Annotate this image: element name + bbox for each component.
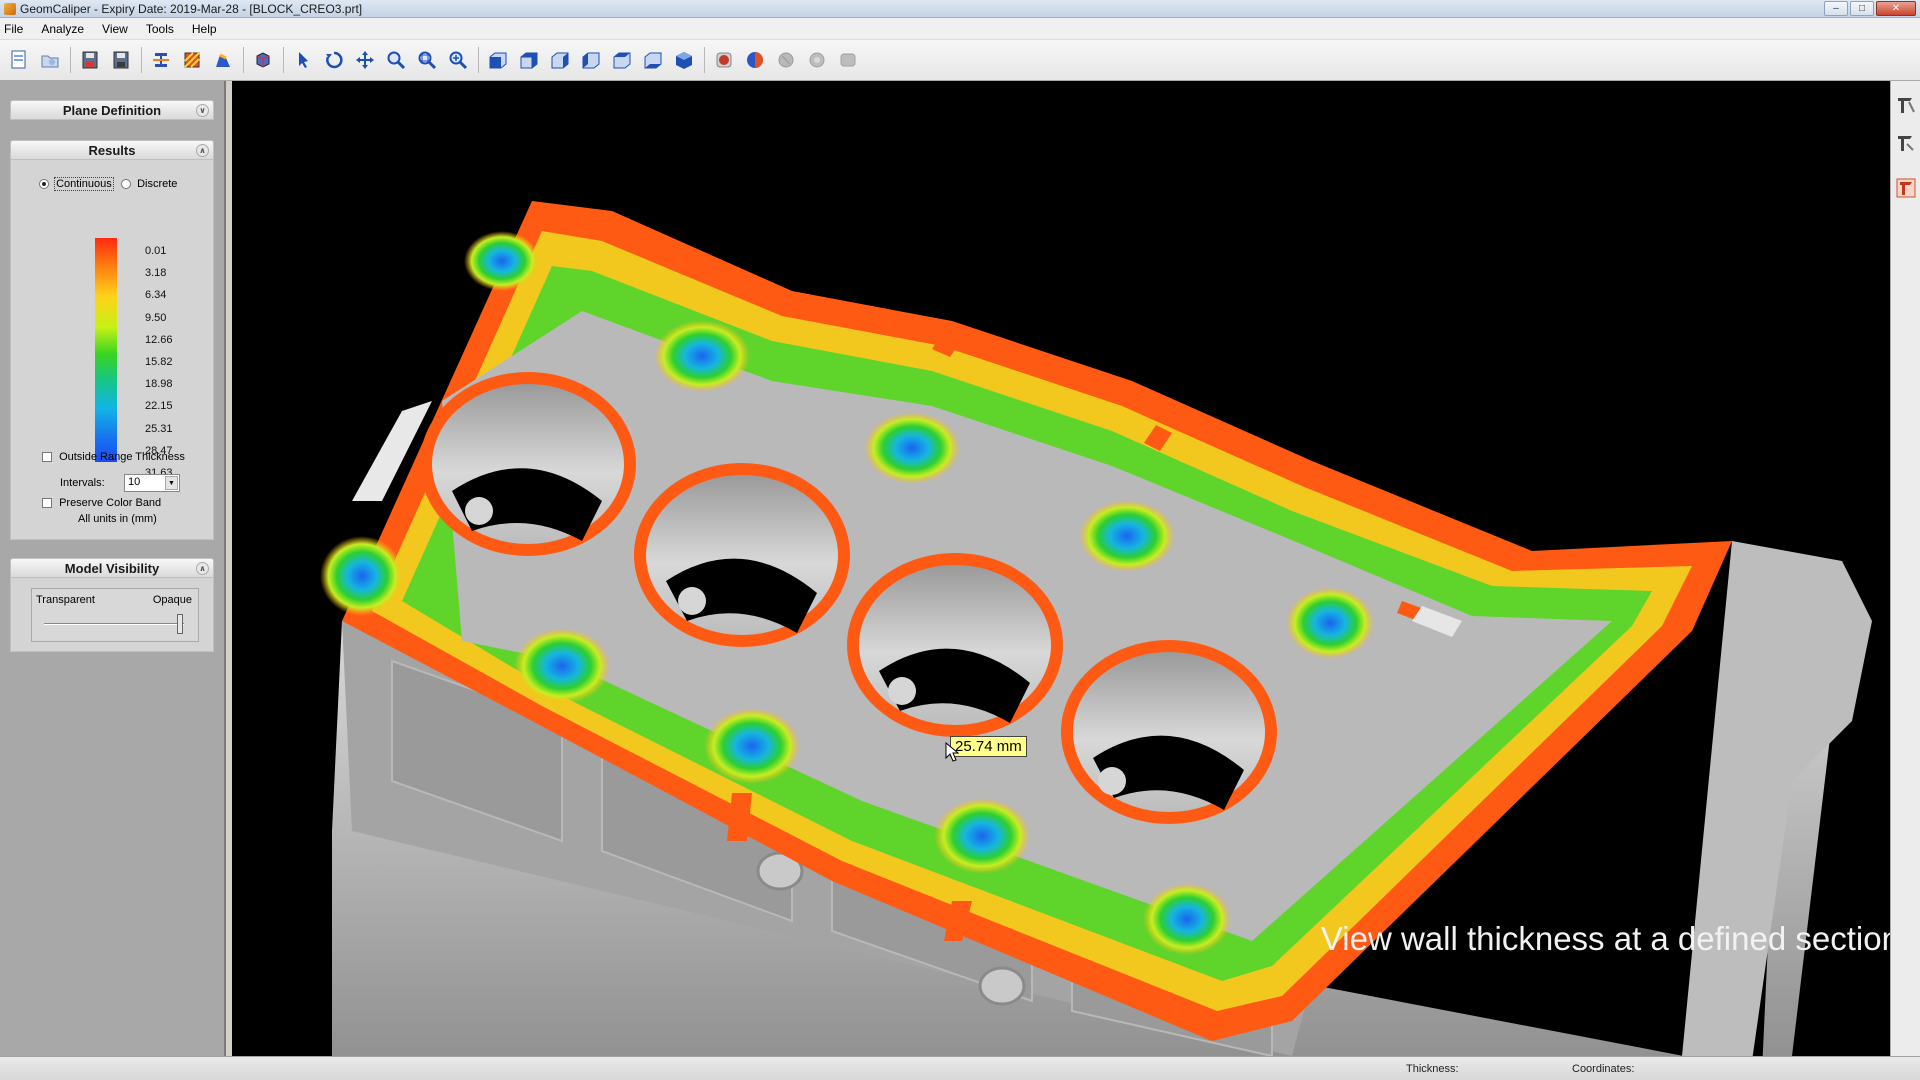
model-visibility-body: Transparent Opaque [10, 578, 214, 652]
hidden-icon[interactable] [804, 47, 830, 73]
opacity-slider-track[interactable] [44, 623, 184, 625]
view-top-icon[interactable] [609, 47, 635, 73]
menu-help[interactable]: Help [184, 22, 227, 36]
analyze-icon[interactable] [210, 47, 236, 73]
engine-block-model[interactable] [232, 81, 1890, 1056]
mouse-cursor-icon [945, 742, 959, 762]
opacity-slider-handle[interactable] [177, 614, 183, 634]
view-left-icon[interactable] [547, 47, 573, 73]
save-icon[interactable] [77, 47, 103, 73]
maximize-button[interactable]: □ [1850, 1, 1874, 16]
toolbar-separator [243, 47, 244, 73]
continuous-radio[interactable] [39, 179, 49, 190]
close-button[interactable]: ✕ [1876, 1, 1916, 16]
video-caption: View wall thickness at a defined section… [1320, 920, 1890, 957]
zoom-icon[interactable] [383, 47, 409, 73]
zoom-fit-icon[interactable] [445, 47, 471, 73]
model-visibility-title: Model Visibility [64, 561, 160, 576]
toolbar [0, 40, 1920, 81]
intervals-label: Intervals: [60, 477, 105, 489]
transparent-label: Transparent [36, 594, 95, 606]
transparent-icon[interactable] [773, 47, 799, 73]
title-bar: GeomCaliper - Expiry Date: 2019-Mar-28 -… [0, 0, 1920, 18]
chevron-down-icon[interactable]: ∨ [196, 104, 209, 117]
inspect-icon[interactable] [1894, 176, 1918, 200]
part-icon[interactable] [250, 47, 276, 73]
opaque-label: Opaque [152, 594, 192, 606]
plane-definition-header[interactable]: Plane Definition ∨ [10, 100, 214, 120]
legend-value: 0.01 [145, 245, 167, 257]
legend-value: 18.98 [145, 378, 173, 391]
outside-range-label: Outside Range Thickness [59, 451, 185, 463]
box-icon[interactable] [835, 47, 861, 73]
caliper-icon[interactable] [1894, 93, 1918, 117]
toolbar-separator [283, 47, 284, 73]
discrete-label[interactable]: Discrete [137, 178, 177, 190]
intervals-value: 10 [128, 476, 141, 488]
discrete-radio[interactable] [121, 179, 131, 190]
view-front-icon[interactable] [485, 47, 511, 73]
menu-view[interactable]: View [94, 22, 138, 36]
app-icon [4, 2, 16, 15]
continuous-label[interactable]: Continuous [54, 177, 114, 191]
model-visibility-header[interactable]: Model Visibility ∧ [10, 558, 214, 578]
thickness-icon[interactable] [179, 47, 205, 73]
menu-analyze[interactable]: Analyze [33, 22, 94, 36]
outside-range-row: Outside Range Thickness [42, 451, 185, 463]
window-title: GeomCaliper - Expiry Date: 2019-Mar-28 -… [20, 1, 363, 16]
toolbar-separator [478, 47, 479, 73]
save-as-icon[interactable] [108, 47, 134, 73]
preserve-color-band-label: Preserve Color Band [59, 497, 162, 509]
legend-value: 12.66 [145, 333, 173, 346]
legend-value: 22.15 [145, 400, 173, 413]
caliper-measure-icon[interactable] [1894, 131, 1918, 155]
view-iso-icon[interactable] [671, 47, 697, 73]
preserve-color-band-checkbox[interactable] [42, 498, 52, 509]
shaded-icon[interactable] [711, 47, 737, 73]
chevron-up-icon[interactable]: ∧ [196, 562, 209, 575]
view-back-icon[interactable] [516, 47, 542, 73]
left-panel: Plane Definition ∨ Results ∧ Continuous … [0, 81, 226, 1056]
legend-value: 3.18 [145, 267, 167, 280]
units-note: All units in (mm) [78, 513, 157, 525]
coordinates-status-label: Coordinates: [1572, 1063, 1635, 1075]
menu-tools[interactable]: Tools [138, 22, 184, 36]
sphere-icon[interactable] [742, 47, 768, 73]
outside-range-checkbox[interactable] [42, 452, 52, 463]
pan-icon[interactable] [352, 47, 378, 73]
color-legend-bar [95, 238, 117, 462]
menu-bar: File Analyze View Tools Help [0, 18, 1920, 40]
select-icon[interactable] [290, 47, 316, 73]
new-file-icon[interactable] [6, 47, 32, 73]
open-file-icon[interactable] [37, 47, 63, 73]
thickness-tooltip: 25.74 mm [950, 736, 1027, 757]
results-body: Continuous Discrete 0.01 3.18 6.34 9.50 12.6… [10, 160, 214, 540]
section-icon[interactable] [148, 47, 174, 73]
thickness-status-label: Thickness: [1406, 1063, 1459, 1075]
minimize-button[interactable]: – [1824, 1, 1848, 16]
plane-definition-title: Plane Definition [62, 103, 162, 118]
preserve-color-band-row: Preserve Color Band [42, 497, 161, 509]
intervals-select[interactable]: 10 ▼ [124, 474, 180, 492]
legend-value: 9.50 [145, 311, 167, 324]
chevron-up-icon[interactable]: ∧ [196, 144, 209, 157]
toolbar-separator [141, 47, 142, 73]
3d-viewport[interactable]: 25.74 mm View wall thickness at a define… [232, 81, 1890, 1056]
zoom-window-icon[interactable] [414, 47, 440, 73]
view-right-icon[interactable] [578, 47, 604, 73]
chevron-down-icon[interactable]: ▼ [165, 476, 178, 490]
legend-value: 25.31 [145, 422, 173, 435]
toolbar-separator [70, 47, 71, 73]
status-bar: Thickness: Coordinates: [0, 1056, 1920, 1080]
results-header[interactable]: Results ∧ [10, 140, 214, 160]
toolbar-separator [704, 47, 705, 73]
rotate-icon[interactable] [321, 47, 347, 73]
menu-file[interactable]: File [0, 22, 33, 36]
legend-value: 15.82 [145, 356, 173, 368]
legend-value: 6.34 [145, 289, 167, 302]
view-bottom-icon[interactable] [640, 47, 666, 73]
results-title: Results [88, 143, 136, 158]
right-tool-strip [1890, 81, 1920, 1056]
